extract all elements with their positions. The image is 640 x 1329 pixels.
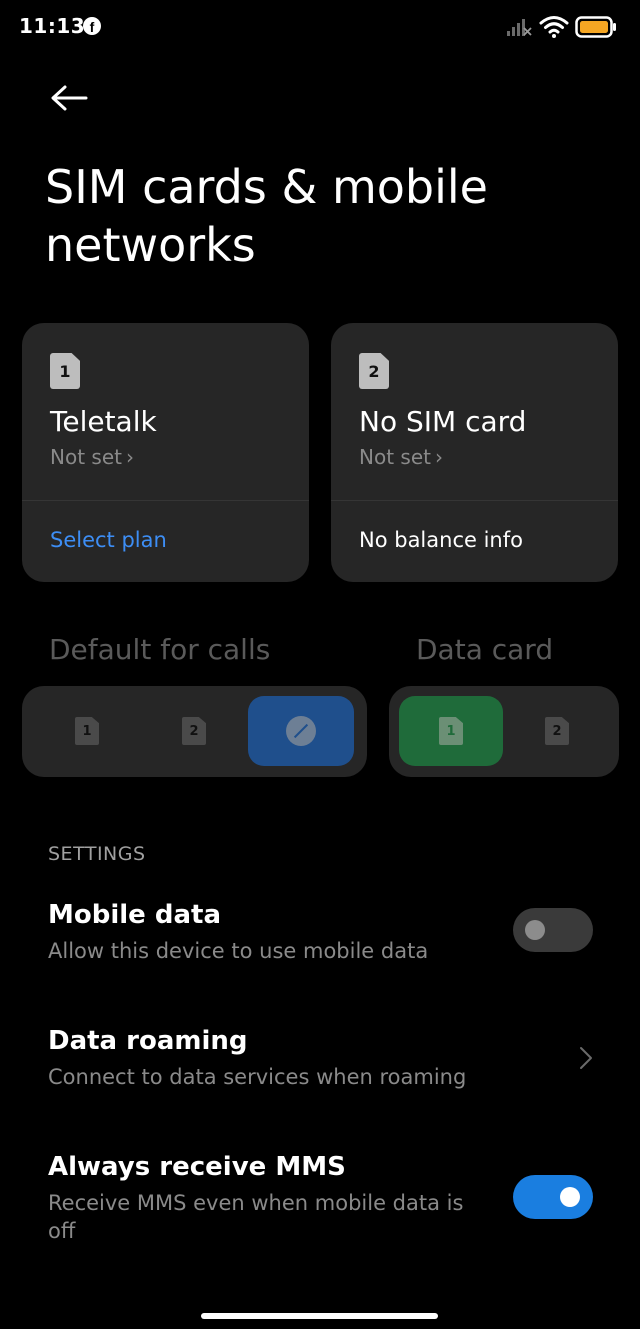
status-bar: 11:13 f — [0, 0, 640, 56]
data-option-sim-1[interactable]: 1 — [399, 696, 503, 766]
back-button[interactable] — [48, 80, 90, 116]
select-plan-link[interactable]: Select plan — [50, 528, 167, 552]
data-option-sim-2[interactable]: 2 — [505, 696, 609, 766]
sim-2-status-label: Not set — [359, 445, 431, 469]
cellular-signal-no-service-icon — [507, 19, 532, 36]
setting-title: Data roaming — [48, 1026, 248, 1056]
calls-option-always-ask[interactable] — [248, 696, 354, 766]
sim-1-icon: 1 — [439, 717, 463, 745]
chevron-right-icon — [580, 1047, 592, 1069]
battery-icon — [575, 16, 616, 38]
divider — [331, 500, 618, 501]
mobile-data-toggle[interactable] — [513, 908, 593, 952]
calls-option-sim-2[interactable]: 2 — [141, 696, 247, 766]
sim-1-icon: 1 — [75, 717, 99, 745]
sim-2-icon: 2 — [182, 717, 206, 745]
arrow-left-icon — [51, 85, 88, 111]
sim-1-status-label: Not set — [50, 445, 122, 469]
always-ask-icon — [286, 716, 316, 746]
sim-1-status[interactable]: Not set › — [50, 445, 134, 469]
setting-description: Connect to data services when roaming — [48, 1065, 467, 1089]
sim-card-1[interactable]: 1 Teletalk Not set › Select plan — [22, 323, 309, 582]
sim-2-icon: 2 — [359, 353, 389, 389]
always-receive-mms-toggle[interactable] — [513, 1175, 593, 1219]
sim-1-name: Teletalk — [50, 405, 157, 438]
page-title: SIM cards & mobile networks — [45, 160, 488, 272]
chevron-right-icon: › — [125, 445, 134, 469]
sim-1-icon: 1 — [50, 353, 80, 389]
setting-data-roaming[interactable]: Data roaming Connect to data services wh… — [0, 1006, 640, 1106]
sim-2-icon: 2 — [545, 717, 569, 745]
setting-title: Mobile data — [48, 900, 221, 930]
home-indicator[interactable] — [201, 1313, 438, 1319]
sim-card-2[interactable]: 2 No SIM card Not set › No balance info — [331, 323, 618, 582]
divider — [22, 500, 309, 501]
setting-title: Always receive MMS — [48, 1152, 346, 1182]
setting-description: Receive MMS even when mobile data is off — [48, 1191, 464, 1243]
settings-section-header: SETTINGS — [48, 843, 146, 865]
data-card-label: Data card — [416, 633, 554, 666]
default-calls-label: Default for calls — [49, 633, 271, 666]
status-time: 11:13 — [19, 14, 86, 38]
toggle-knob — [525, 920, 545, 940]
chevron-right-icon: › — [434, 445, 443, 469]
facebook-icon: f — [83, 17, 101, 35]
sim-2-status[interactable]: Not set › — [359, 445, 443, 469]
sim-2-name: No SIM card — [359, 405, 527, 438]
default-calls-selector: 1 2 — [22, 686, 367, 777]
calls-option-sim-1[interactable]: 1 — [34, 696, 140, 766]
data-card-selector: 1 2 — [389, 686, 619, 777]
wifi-icon — [539, 16, 569, 38]
balance-info: No balance info — [359, 528, 523, 552]
setting-description: Allow this device to use mobile data — [48, 939, 429, 963]
toggle-knob — [560, 1187, 580, 1207]
